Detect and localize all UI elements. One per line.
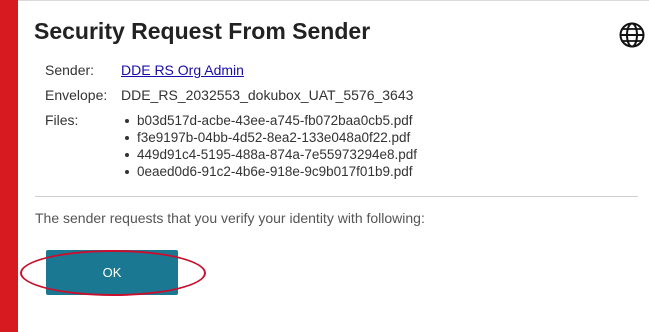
file-item: b03d517d-acbe-43ee-a745-fb072baa0cb5.pdf xyxy=(121,112,417,129)
file-item: 449d91c4-5195-488a-874a-7e55973294e8.pdf xyxy=(121,146,417,163)
ok-button[interactable]: OK xyxy=(46,250,178,295)
verification-message: The sender requests that you verify your… xyxy=(35,210,425,226)
sender-link[interactable]: DDE RS Org Admin xyxy=(121,62,244,78)
files-label: Files: xyxy=(45,112,79,128)
security-request-dialog: Security Request From Sender Sender: DDE… xyxy=(18,0,649,332)
divider xyxy=(35,196,638,197)
left-accent-bar xyxy=(0,0,18,332)
file-item: f3e9197b-04bb-4d52-8ea2-133e048a0f22.pdf xyxy=(121,129,417,146)
sender-label: Sender: xyxy=(45,62,95,78)
dialog-title: Security Request From Sender xyxy=(34,18,371,44)
envelope-value: DDE_RS_2032553_dokubox_UAT_5576_3643 xyxy=(121,87,414,103)
globe-icon[interactable] xyxy=(618,21,646,49)
files-list: b03d517d-acbe-43ee-a745-fb072baa0cb5.pdf… xyxy=(121,112,417,180)
file-item: 0eaed0d6-91c2-4b6e-918e-9c9b017f01b9.pdf xyxy=(121,163,417,180)
envelope-label: Envelope: xyxy=(45,87,108,103)
